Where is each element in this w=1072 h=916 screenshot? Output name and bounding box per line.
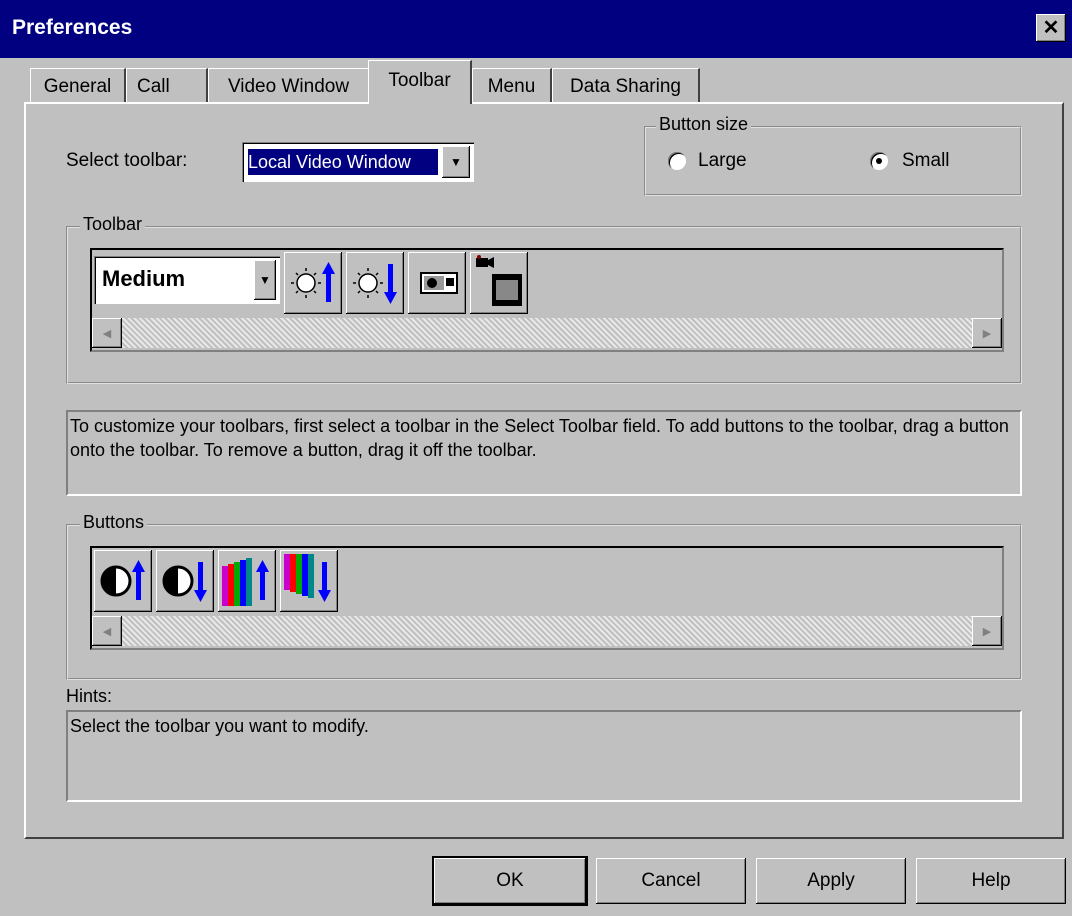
tab-data-sharing[interactable]: Data Sharing bbox=[552, 68, 700, 104]
contrast-down-button[interactable] bbox=[156, 550, 214, 612]
select-toolbar-label: Select toolbar: bbox=[66, 150, 188, 171]
radio-selected-dot bbox=[876, 158, 882, 164]
tab-label: Call bbox=[137, 76, 170, 97]
scroll-left-icon[interactable]: ◀ bbox=[92, 616, 122, 646]
toolbar-legend: Toolbar bbox=[80, 214, 146, 235]
contrast-down-icon bbox=[162, 562, 207, 602]
chevron-down-icon[interactable]: ▼ bbox=[254, 260, 276, 300]
tab-label: Data Sharing bbox=[570, 76, 681, 97]
hints-text: Select the toolbar you want to modify. bbox=[66, 710, 1022, 802]
small-radio-label: Small bbox=[902, 150, 950, 171]
cancel-button[interactable]: Cancel bbox=[596, 858, 746, 904]
tab-label: Video Window bbox=[227, 76, 350, 97]
color-up-button[interactable] bbox=[218, 550, 276, 612]
chevron-down-icon[interactable]: ▼ bbox=[442, 146, 470, 178]
scroll-right-icon[interactable]: ▶ bbox=[972, 616, 1002, 646]
select-toolbar-value: Local Video Window bbox=[248, 149, 438, 175]
large-radio-label: Large bbox=[698, 150, 747, 171]
tab-label: Menu bbox=[487, 76, 536, 97]
close-button[interactable]: ✕ bbox=[1036, 14, 1066, 42]
tab-call[interactable]: Call bbox=[126, 68, 208, 104]
apply-button[interactable]: Apply bbox=[756, 858, 906, 904]
brightness-up-button[interactable] bbox=[284, 252, 342, 314]
contrast-up-icon bbox=[100, 560, 145, 600]
tab-label: Toolbar bbox=[388, 70, 451, 91]
video-capture-button[interactable] bbox=[470, 252, 528, 314]
contrast-up-button[interactable] bbox=[94, 550, 152, 612]
cancel-label: Cancel bbox=[641, 870, 701, 891]
snapshot-camera-icon bbox=[420, 272, 458, 294]
snapshot-button[interactable] bbox=[408, 252, 466, 314]
large-radio[interactable] bbox=[668, 152, 686, 170]
color-up-icon bbox=[222, 558, 269, 606]
tab-video-window[interactable]: Video Window bbox=[208, 68, 370, 104]
help-button[interactable]: Help bbox=[916, 858, 1066, 904]
size-combo-value: Medium bbox=[102, 266, 186, 291]
color-down-icon bbox=[284, 554, 331, 602]
buttons-legend: Buttons bbox=[80, 512, 148, 533]
tab-label: General bbox=[43, 76, 112, 97]
brightness-up-icon bbox=[291, 262, 335, 302]
window-title: Preferences bbox=[12, 16, 133, 39]
toolbar-scrollbar[interactable]: ◀ ▶ bbox=[92, 318, 1002, 348]
apply-label: Apply bbox=[807, 870, 855, 891]
buttons-scrollbar[interactable]: ◀ ▶ bbox=[92, 616, 1002, 646]
button-size-legend: Button size bbox=[656, 114, 752, 135]
ok-button[interactable]: OK bbox=[434, 858, 586, 904]
scroll-left-icon[interactable]: ◀ bbox=[92, 318, 122, 348]
hints-label: Hints: bbox=[66, 686, 113, 706]
tab-menu[interactable]: Menu bbox=[472, 68, 552, 104]
tab-general[interactable]: General bbox=[30, 68, 126, 104]
video-capture-icon bbox=[476, 255, 522, 306]
close-icon: ✕ bbox=[1042, 17, 1060, 39]
small-radio[interactable] bbox=[870, 152, 888, 170]
tab-toolbar[interactable]: Toolbar bbox=[368, 60, 472, 104]
select-toolbar-combo[interactable]: Local Video Window ▼ bbox=[242, 142, 474, 182]
help-label: Help bbox=[971, 870, 1011, 891]
scroll-right-icon[interactable]: ▶ bbox=[972, 318, 1002, 348]
ok-label: OK bbox=[496, 870, 524, 891]
title-bar: Preferences ✕ bbox=[0, 0, 1072, 58]
description-text: To customize your toolbars, first select… bbox=[66, 410, 1022, 496]
brightness-down-button[interactable] bbox=[346, 252, 404, 314]
color-down-button[interactable] bbox=[280, 550, 338, 612]
brightness-down-icon bbox=[353, 264, 397, 304]
size-combo[interactable]: Medium ▼ bbox=[94, 256, 280, 304]
